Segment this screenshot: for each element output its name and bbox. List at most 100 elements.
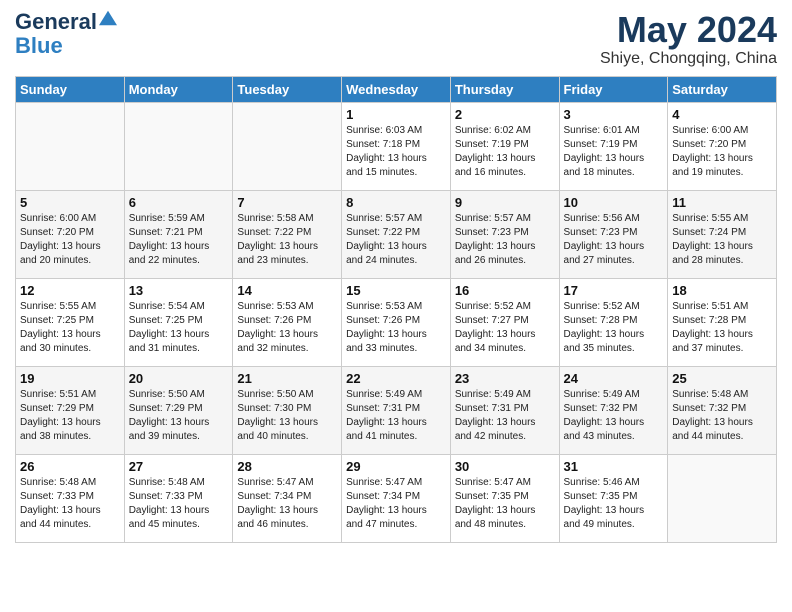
day-info: Sunrise: 5:53 AMSunset: 7:26 PMDaylight:… (346, 300, 446, 356)
day-number: 20 (129, 371, 229, 386)
calendar-cell: 14 Sunrise: 5:53 AMSunset: 7:26 PMDayligh… (233, 278, 342, 366)
day-info: Sunrise: 5:47 AMSunset: 7:34 PMDaylight:… (346, 476, 446, 532)
day-number: 16 (455, 283, 555, 298)
day-number: 2 (455, 107, 555, 122)
header: General Blue May 2024 Shiye, Chongqing, … (15, 10, 777, 68)
day-number: 31 (564, 459, 664, 474)
day-number: 23 (455, 371, 555, 386)
calendar-cell: 16 Sunrise: 5:52 AMSunset: 7:27 PMDayligh… (450, 278, 559, 366)
day-info: Sunrise: 5:48 AMSunset: 7:33 PMDaylight:… (20, 476, 120, 532)
day-info: Sunrise: 5:52 AMSunset: 7:27 PMDaylight:… (455, 300, 555, 356)
calendar-week-5: 26 Sunrise: 5:48 AMSunset: 7:33 PMDayligh… (16, 454, 777, 542)
day-info: Sunrise: 5:58 AMSunset: 7:22 PMDaylight:… (237, 212, 337, 268)
calendar-week-4: 19 Sunrise: 5:51 AMSunset: 7:29 PMDayligh… (16, 366, 777, 454)
day-info: Sunrise: 5:48 AMSunset: 7:33 PMDaylight:… (129, 476, 229, 532)
day-number: 24 (564, 371, 664, 386)
day-number: 3 (564, 107, 664, 122)
header-sunday: Sunday (16, 76, 125, 102)
day-info: Sunrise: 5:51 AMSunset: 7:28 PMDaylight:… (672, 300, 772, 356)
day-info: Sunrise: 5:52 AMSunset: 7:28 PMDaylight:… (564, 300, 664, 356)
calendar-cell: 31 Sunrise: 5:46 AMSunset: 7:35 PMDayligh… (559, 454, 668, 542)
calendar-cell: 13Sunrise: 5:54 AMSunset: 7:25 PMDayligh… (124, 278, 233, 366)
day-info: Sunrise: 5:50 AMSunset: 7:29 PMDaylight:… (129, 388, 229, 444)
calendar-cell (668, 454, 777, 542)
day-number: 28 (237, 459, 337, 474)
calendar-cell: 25 Sunrise: 5:48 AMSunset: 7:32 PMDayligh… (668, 366, 777, 454)
day-number: 26 (20, 459, 120, 474)
location-subtitle: Shiye, Chongqing, China (600, 50, 777, 68)
day-number: 30 (455, 459, 555, 474)
day-info: Sunrise: 5:49 AMSunset: 7:31 PMDaylight:… (346, 388, 446, 444)
day-number: 5 (20, 195, 120, 210)
calendar-cell: 29 Sunrise: 5:47 AMSunset: 7:34 PMDayligh… (342, 454, 451, 542)
day-info: Sunrise: 6:00 AMSunset: 7:20 PMDaylight:… (20, 212, 120, 268)
day-number: 21 (237, 371, 337, 386)
day-info: Sunrise: 5:57 AMSunset: 7:23 PMDaylight:… (455, 212, 555, 268)
day-info: Sunrise: 5:53 AMSunset: 7:26 PMDaylight:… (237, 300, 337, 356)
day-number: 14 (237, 283, 337, 298)
day-info: Sunrise: 5:48 AMSunset: 7:32 PMDaylight:… (672, 388, 772, 444)
day-info: Sunrise: 5:49 AMSunset: 7:31 PMDaylight:… (455, 388, 555, 444)
day-number: 7 (237, 195, 337, 210)
day-info: Sunrise: 5:59 AMSunset: 7:21 PMDaylight:… (129, 212, 229, 268)
calendar-cell: 27 Sunrise: 5:48 AMSunset: 7:33 PMDayligh… (124, 454, 233, 542)
logo-blue: Blue (15, 33, 63, 58)
month-title: May 2024 (600, 10, 777, 50)
calendar-cell (233, 102, 342, 190)
header-wednesday: Wednesday (342, 76, 451, 102)
day-info: Sunrise: 5:55 AMSunset: 7:24 PMDaylight:… (672, 212, 772, 268)
day-info: Sunrise: 6:02 AMSunset: 7:19 PMDaylight:… (455, 124, 555, 180)
day-number: 15 (346, 283, 446, 298)
header-tuesday: Tuesday (233, 76, 342, 102)
day-number: 10 (564, 195, 664, 210)
day-number: 8 (346, 195, 446, 210)
day-info: Sunrise: 5:51 AMSunset: 7:29 PMDaylight:… (20, 388, 120, 444)
logo: General Blue (15, 10, 117, 58)
day-number: 27 (129, 459, 229, 474)
header-monday: Monday (124, 76, 233, 102)
day-info: Sunrise: 5:47 AMSunset: 7:34 PMDaylight:… (237, 476, 337, 532)
day-number: 22 (346, 371, 446, 386)
calendar-cell: 26 Sunrise: 5:48 AMSunset: 7:33 PMDayligh… (16, 454, 125, 542)
day-number: 9 (455, 195, 555, 210)
day-info: Sunrise: 5:57 AMSunset: 7:22 PMDaylight:… (346, 212, 446, 268)
day-number: 25 (672, 371, 772, 386)
calendar-cell: 1Sunrise: 6:03 AMSunset: 7:18 PMDaylight… (342, 102, 451, 190)
calendar-cell: 19 Sunrise: 5:51 AMSunset: 7:29 PMDayligh… (16, 366, 125, 454)
calendar-cell: 22 Sunrise: 5:49 AMSunset: 7:31 PMDayligh… (342, 366, 451, 454)
calendar-week-2: 5 Sunrise: 6:00 AMSunset: 7:20 PMDaylight… (16, 190, 777, 278)
day-number: 1 (346, 107, 446, 122)
logo-icon (99, 9, 117, 27)
calendar-cell: 9 Sunrise: 5:57 AMSunset: 7:23 PMDaylight… (450, 190, 559, 278)
calendar-cell: 11 Sunrise: 5:55 AMSunset: 7:24 PMDayligh… (668, 190, 777, 278)
calendar-week-1: 1Sunrise: 6:03 AMSunset: 7:18 PMDaylight… (16, 102, 777, 190)
calendar-cell: 15 Sunrise: 5:53 AMSunset: 7:26 PMDayligh… (342, 278, 451, 366)
calendar-cell (124, 102, 233, 190)
calendar-cell: 20 Sunrise: 5:50 AMSunset: 7:29 PMDayligh… (124, 366, 233, 454)
page: General Blue May 2024 Shiye, Chongqing, … (0, 0, 792, 612)
day-info: Sunrise: 5:46 AMSunset: 7:35 PMDaylight:… (564, 476, 664, 532)
calendar-cell: 30 Sunrise: 5:47 AMSunset: 7:35 PMDayligh… (450, 454, 559, 542)
day-number: 29 (346, 459, 446, 474)
calendar-cell: 17 Sunrise: 5:52 AMSunset: 7:28 PMDayligh… (559, 278, 668, 366)
calendar-cell: 4Sunrise: 6:00 AMSunset: 7:20 PMDaylight… (668, 102, 777, 190)
day-number: 17 (564, 283, 664, 298)
calendar-cell: 8 Sunrise: 5:57 AMSunset: 7:22 PMDaylight… (342, 190, 451, 278)
day-number: 19 (20, 371, 120, 386)
day-info: Sunrise: 6:00 AMSunset: 7:20 PMDaylight:… (672, 124, 772, 180)
calendar-cell: 7 Sunrise: 5:58 AMSunset: 7:22 PMDaylight… (233, 190, 342, 278)
day-number: 18 (672, 283, 772, 298)
header-saturday: Saturday (668, 76, 777, 102)
day-info: Sunrise: 5:56 AMSunset: 7:23 PMDaylight:… (564, 212, 664, 268)
header-thursday: Thursday (450, 76, 559, 102)
day-info: Sunrise: 5:47 AMSunset: 7:35 PMDaylight:… (455, 476, 555, 532)
logo-general: General (15, 10, 97, 34)
calendar-cell: 21Sunrise: 5:50 AMSunset: 7:30 PMDayligh… (233, 366, 342, 454)
day-number: 6 (129, 195, 229, 210)
calendar-cell: 18 Sunrise: 5:51 AMSunset: 7:28 PMDayligh… (668, 278, 777, 366)
weekday-header-row: Sunday Monday Tuesday Wednesday Thursday… (16, 76, 777, 102)
calendar-cell: 12Sunrise: 5:55 AMSunset: 7:25 PMDayligh… (16, 278, 125, 366)
day-number: 11 (672, 195, 772, 210)
title-block: May 2024 Shiye, Chongqing, China (600, 10, 777, 68)
calendar-cell: 23 Sunrise: 5:49 AMSunset: 7:31 PMDayligh… (450, 366, 559, 454)
